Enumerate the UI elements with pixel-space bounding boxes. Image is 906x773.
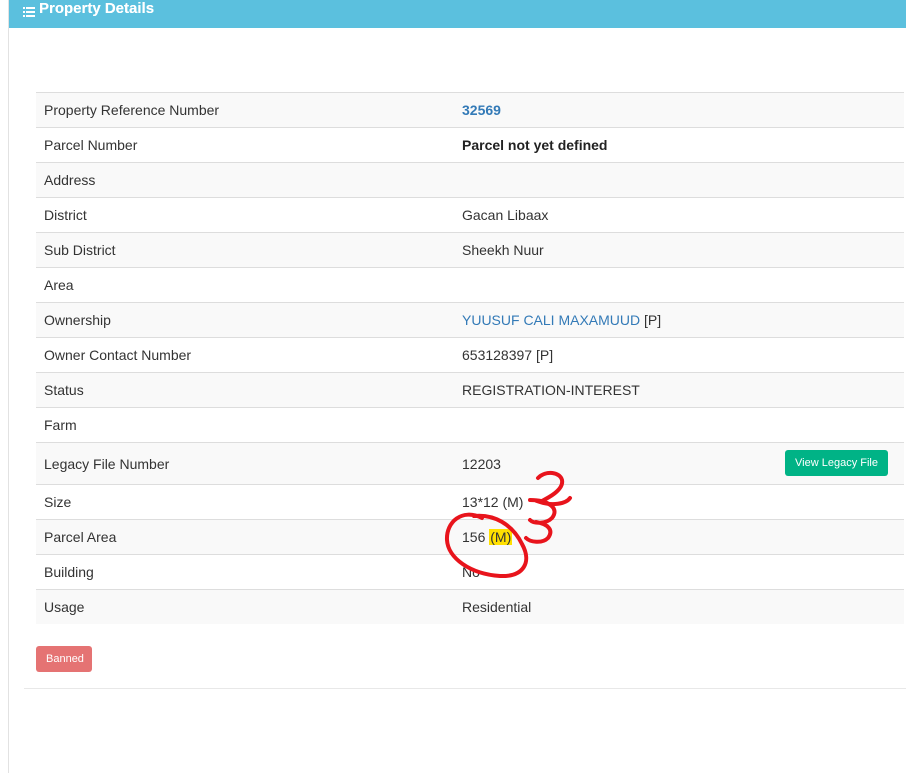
row-label: Area [36, 267, 454, 303]
district-value: Gacan Libaax [454, 197, 904, 233]
table-row: Farm [36, 407, 904, 443]
table-row: Area [36, 267, 904, 303]
row-label: Parcel Area [36, 519, 454, 555]
list-icon [23, 5, 35, 17]
table-row: Size 13*12 (M) [36, 484, 904, 520]
area-value [454, 267, 904, 303]
table-row: Parcel Number Parcel not yet defined [36, 127, 904, 163]
property-details-card: Property Reference Number 32569 Parcel N… [24, 28, 906, 689]
row-label: District [36, 197, 454, 233]
size-value: 13*12 (M) [454, 484, 904, 520]
table-row: Sub District Sheekh Nuur [36, 232, 904, 268]
row-label: Ownership [36, 302, 454, 338]
building-value: No [454, 554, 904, 590]
view-legacy-file-button[interactable]: View Legacy File [785, 450, 888, 476]
table-row: Usage Residential [36, 589, 904, 624]
row-label: Usage [36, 589, 454, 624]
row-label: Farm [36, 407, 454, 443]
row-label: Building [36, 554, 454, 590]
table-row: Property Reference Number 32569 [36, 92, 904, 128]
owner-contact-value: 653128397 [P] [454, 337, 904, 373]
row-label: Owner Contact Number [36, 337, 454, 373]
row-label: Size [36, 484, 454, 520]
property-details-table: Property Reference Number 32569 Parcel N… [36, 92, 904, 624]
table-row: District Gacan Libaax [36, 197, 904, 233]
row-label: Legacy File Number [36, 442, 454, 485]
row-label: Parcel Number [36, 127, 454, 163]
parcel-number-value: Parcel not yet defined [462, 137, 608, 153]
row-label: Property Reference Number [36, 92, 454, 128]
owner-suffix: [P] [644, 312, 662, 328]
table-row: Ownership YUUSUF CALI MAXAMUUD [P] [36, 302, 904, 338]
table-row: Building No [36, 554, 904, 590]
table-row: Status REGISTRATION-INTEREST [36, 372, 904, 408]
owner-link[interactable]: YUUSUF CALI MAXAMUUD [462, 312, 640, 328]
left-border [8, 0, 9, 773]
banned-button[interactable]: Banned [36, 646, 92, 672]
parcel-area-unit: (M) [489, 529, 513, 545]
parcel-area-value: 156 [462, 529, 486, 545]
table-row: Owner Contact Number 653128397 [P] [36, 337, 904, 373]
property-reference-link[interactable]: 32569 [462, 102, 501, 118]
farm-value [454, 407, 904, 443]
table-row: Parcel Area 156 (M) [36, 519, 904, 555]
usage-value: Residential [454, 589, 904, 624]
panel-title: Property Details [39, 0, 155, 17]
sub-district-value: Sheekh Nuur [454, 232, 904, 268]
address-value [454, 162, 904, 198]
table-row: Address [36, 162, 904, 198]
status-value: REGISTRATION-INTEREST [454, 372, 904, 408]
row-label: Status [36, 372, 454, 408]
row-label: Sub District [36, 232, 454, 268]
legacy-file-number-value: 12203 [462, 455, 501, 472]
panel-header: Property Details [9, 0, 906, 28]
row-label: Address [36, 162, 454, 198]
table-row: Legacy File Number 12203 View Legacy Fil… [36, 442, 904, 485]
